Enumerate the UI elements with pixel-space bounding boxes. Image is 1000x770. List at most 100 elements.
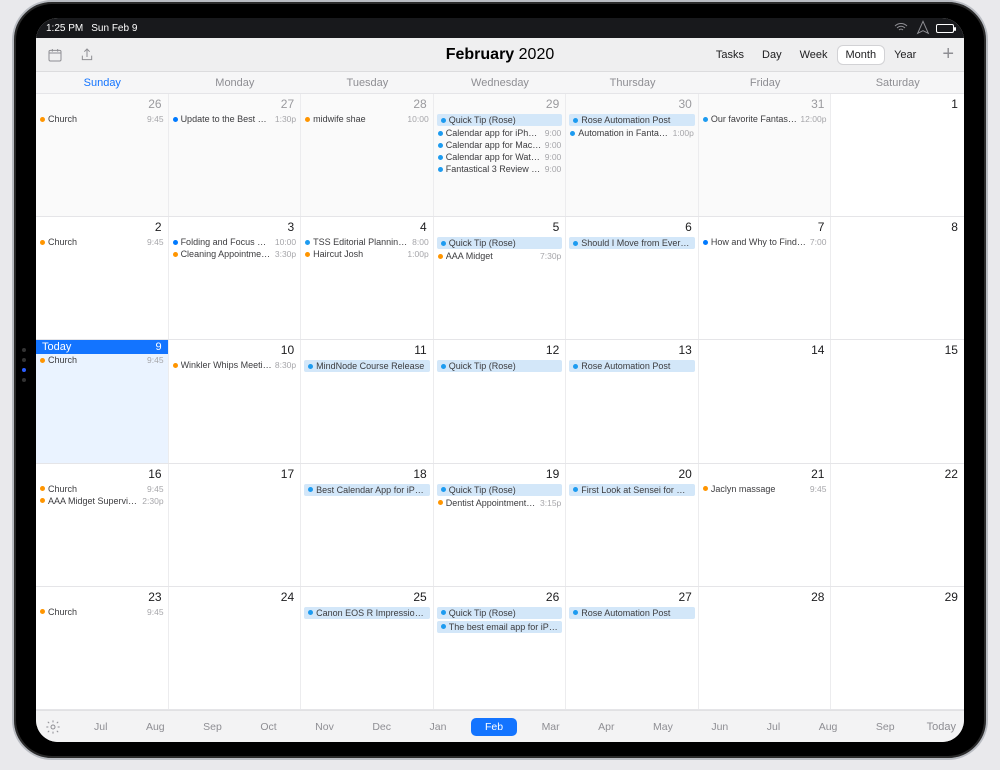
month-strip-item[interactable]: Jul	[80, 718, 121, 736]
event[interactable]: Automation in Fantastical 31:00p	[566, 127, 698, 139]
view-year[interactable]: Year	[886, 46, 924, 64]
day-cell[interactable]: 10Winkler Whips Meeting8:30p	[169, 340, 302, 462]
view-month[interactable]: Month	[838, 46, 885, 64]
day-cell[interactable]: 18Best Calendar App for iPad (Josh)	[301, 464, 434, 586]
event[interactable]: Rose Automation Post	[569, 114, 695, 126]
event[interactable]: Cleaning Appointment (Jos3:30p	[169, 248, 301, 260]
event[interactable]: Calendar app for Mac updat9:00	[434, 139, 566, 151]
month-strip-item[interactable]: Jul	[753, 718, 794, 736]
day-cell[interactable]: 26Quick Tip (Rose)The best email app for…	[434, 587, 567, 709]
day-cell[interactable]: 29	[831, 587, 964, 709]
day-cell[interactable]: 30Rose Automation PostAutomation in Fant…	[566, 94, 699, 216]
event[interactable]: TSS Editorial Planning Call8:00	[301, 236, 433, 248]
event[interactable]: Quick Tip (Rose)	[437, 237, 563, 249]
event[interactable]: Rose Automation Post	[569, 607, 695, 619]
event[interactable]: Church9:45	[36, 354, 168, 366]
event[interactable]: midwife shae10:00	[301, 113, 433, 125]
day-cell[interactable]: 17	[169, 464, 302, 586]
view-selector[interactable]: Tasks Day Week Month Year	[708, 46, 924, 64]
day-cell[interactable]: 22	[831, 464, 964, 586]
event[interactable]: Church9:45	[36, 606, 168, 618]
event[interactable]: The best email app for iPhone (Mi	[437, 621, 563, 633]
event[interactable]: Update to the Best Mind M1:30p	[169, 113, 301, 125]
event[interactable]: Jaclyn massage9:45	[699, 483, 831, 495]
day-cell[interactable]: 28	[699, 587, 832, 709]
day-cell[interactable]: 5Quick Tip (Rose)AAA Midget7:30p	[434, 217, 567, 339]
month-strip-item[interactable]: May	[639, 718, 687, 736]
view-day[interactable]: Day	[754, 46, 790, 64]
month-strip-item[interactable]: Sep	[862, 718, 909, 736]
month-strip-item[interactable]: Dec	[358, 718, 405, 736]
day-cell[interactable]: 8	[831, 217, 964, 339]
day-cell[interactable]: 19Quick Tip (Rose)Dentist Appointment Jo…	[434, 464, 567, 586]
day-cell[interactable]: 15	[831, 340, 964, 462]
event[interactable]: MindNode Course Release	[304, 360, 430, 372]
event[interactable]: Canon EOS R Impressions (Josh)	[304, 607, 430, 619]
event[interactable]: Quick Tip (Rose)	[437, 114, 563, 126]
view-tasks[interactable]: Tasks	[708, 46, 752, 64]
event[interactable]: AAA Midget7:30p	[434, 250, 566, 262]
home-indicator[interactable]	[410, 744, 590, 748]
event[interactable]: Dentist Appointment Josh3:15p	[434, 497, 566, 509]
event[interactable]: Best Calendar App for iPad (Josh)	[304, 484, 430, 496]
day-cell[interactable]: 26Church9:45	[36, 94, 169, 216]
day-cell[interactable]: 7How and Why to Find the Ti7:00	[699, 217, 832, 339]
day-cell[interactable]: 27Update to the Best Mind M1:30p	[169, 94, 302, 216]
day-cell[interactable]: 27Rose Automation Post	[566, 587, 699, 709]
day-cell[interactable]: 28midwife shae10:00	[301, 94, 434, 216]
event[interactable]: Quick Tip (Rose)	[437, 607, 563, 619]
event[interactable]: Calendar app for iPhone Up9:00	[434, 127, 566, 139]
day-cell[interactable]: 14	[699, 340, 832, 462]
day-cell[interactable]: 31Our favorite Fantastical 312:00p	[699, 94, 832, 216]
calendar-icon[interactable]	[46, 46, 64, 64]
share-icon[interactable]	[78, 46, 96, 64]
month-strip-item[interactable]: Aug	[132, 718, 179, 736]
day-cell[interactable]: 3Folding and Focus Mode (10:00Cleaning A…	[169, 217, 302, 339]
event[interactable]: Calendar app for Watch Upd9:00	[434, 151, 566, 163]
day-cell[interactable]: 12Quick Tip (Rose)	[434, 340, 567, 462]
month-strip[interactable]: Jul Aug Sep Oct Nov Dec Jan Feb Mar Apr May Jun Jul A…	[70, 718, 919, 736]
event[interactable]: Church9:45	[36, 483, 168, 495]
event[interactable]: Church9:45	[36, 113, 168, 125]
month-strip-item[interactable]: Apr	[584, 718, 628, 736]
event[interactable]: Quick Tip (Rose)	[437, 360, 563, 372]
day-cell[interactable]: 16Church9:45AAA Midget Supervision?2:30p	[36, 464, 169, 586]
month-strip-item[interactable]: Oct	[246, 718, 290, 736]
month-strip-item[interactable]: Jun	[697, 718, 742, 736]
event[interactable]: Church9:45	[36, 236, 168, 248]
calendar-grid[interactable]: 26Church9:4527Update to the Best Mind M1…	[36, 94, 964, 710]
event[interactable]: Should I Move from Evernote to N	[569, 237, 695, 249]
event[interactable]: AAA Midget Supervision?2:30p	[36, 495, 168, 507]
gear-icon[interactable]	[44, 718, 62, 736]
day-cell[interactable]: 6Should I Move from Evernote to N	[566, 217, 699, 339]
event[interactable]: Our favorite Fantastical 312:00p	[699, 113, 831, 125]
day-cell[interactable]: 21Jaclyn massage9:45	[699, 464, 832, 586]
event[interactable]: Folding and Focus Mode (10:00	[169, 236, 301, 248]
month-strip-item[interactable]: Feb	[471, 718, 517, 736]
day-cell[interactable]: 11MindNode Course Release	[301, 340, 434, 462]
add-button[interactable]: +	[942, 43, 954, 66]
event[interactable]: First Look at Sensei for Mac (Mari	[569, 484, 695, 496]
day-cell[interactable]: 4TSS Editorial Planning Call8:00Haircut …	[301, 217, 434, 339]
today-button[interactable]: Today	[927, 721, 956, 733]
event[interactable]: Fantastical 3 Review (Rose)9:00	[434, 163, 566, 175]
day-cell[interactable]: 29Quick Tip (Rose)Calendar app for iPhon…	[434, 94, 567, 216]
month-strip-item[interactable]: Nov	[301, 718, 348, 736]
day-cell[interactable]: Today9Church9:45	[36, 340, 169, 462]
day-cell[interactable]: 2Church9:45	[36, 217, 169, 339]
day-cell[interactable]: 1	[831, 94, 964, 216]
day-cell[interactable]: 13Rose Automation Post	[566, 340, 699, 462]
event[interactable]: Rose Automation Post	[569, 360, 695, 372]
view-week[interactable]: Week	[792, 46, 836, 64]
event[interactable]: Haircut Josh1:00p	[301, 248, 433, 260]
month-strip-item[interactable]: Aug	[805, 718, 852, 736]
day-cell[interactable]: 20First Look at Sensei for Mac (Mari	[566, 464, 699, 586]
day-cell[interactable]: 23Church9:45	[36, 587, 169, 709]
event[interactable]: Winkler Whips Meeting8:30p	[169, 359, 301, 371]
day-cell[interactable]: 24	[169, 587, 302, 709]
month-strip-item[interactable]: Jan	[416, 718, 461, 736]
event[interactable]: Quick Tip (Rose)	[437, 484, 563, 496]
month-strip-item[interactable]: Mar	[528, 718, 574, 736]
month-strip-item[interactable]: Sep	[189, 718, 236, 736]
day-cell[interactable]: 25Canon EOS R Impressions (Josh)	[301, 587, 434, 709]
